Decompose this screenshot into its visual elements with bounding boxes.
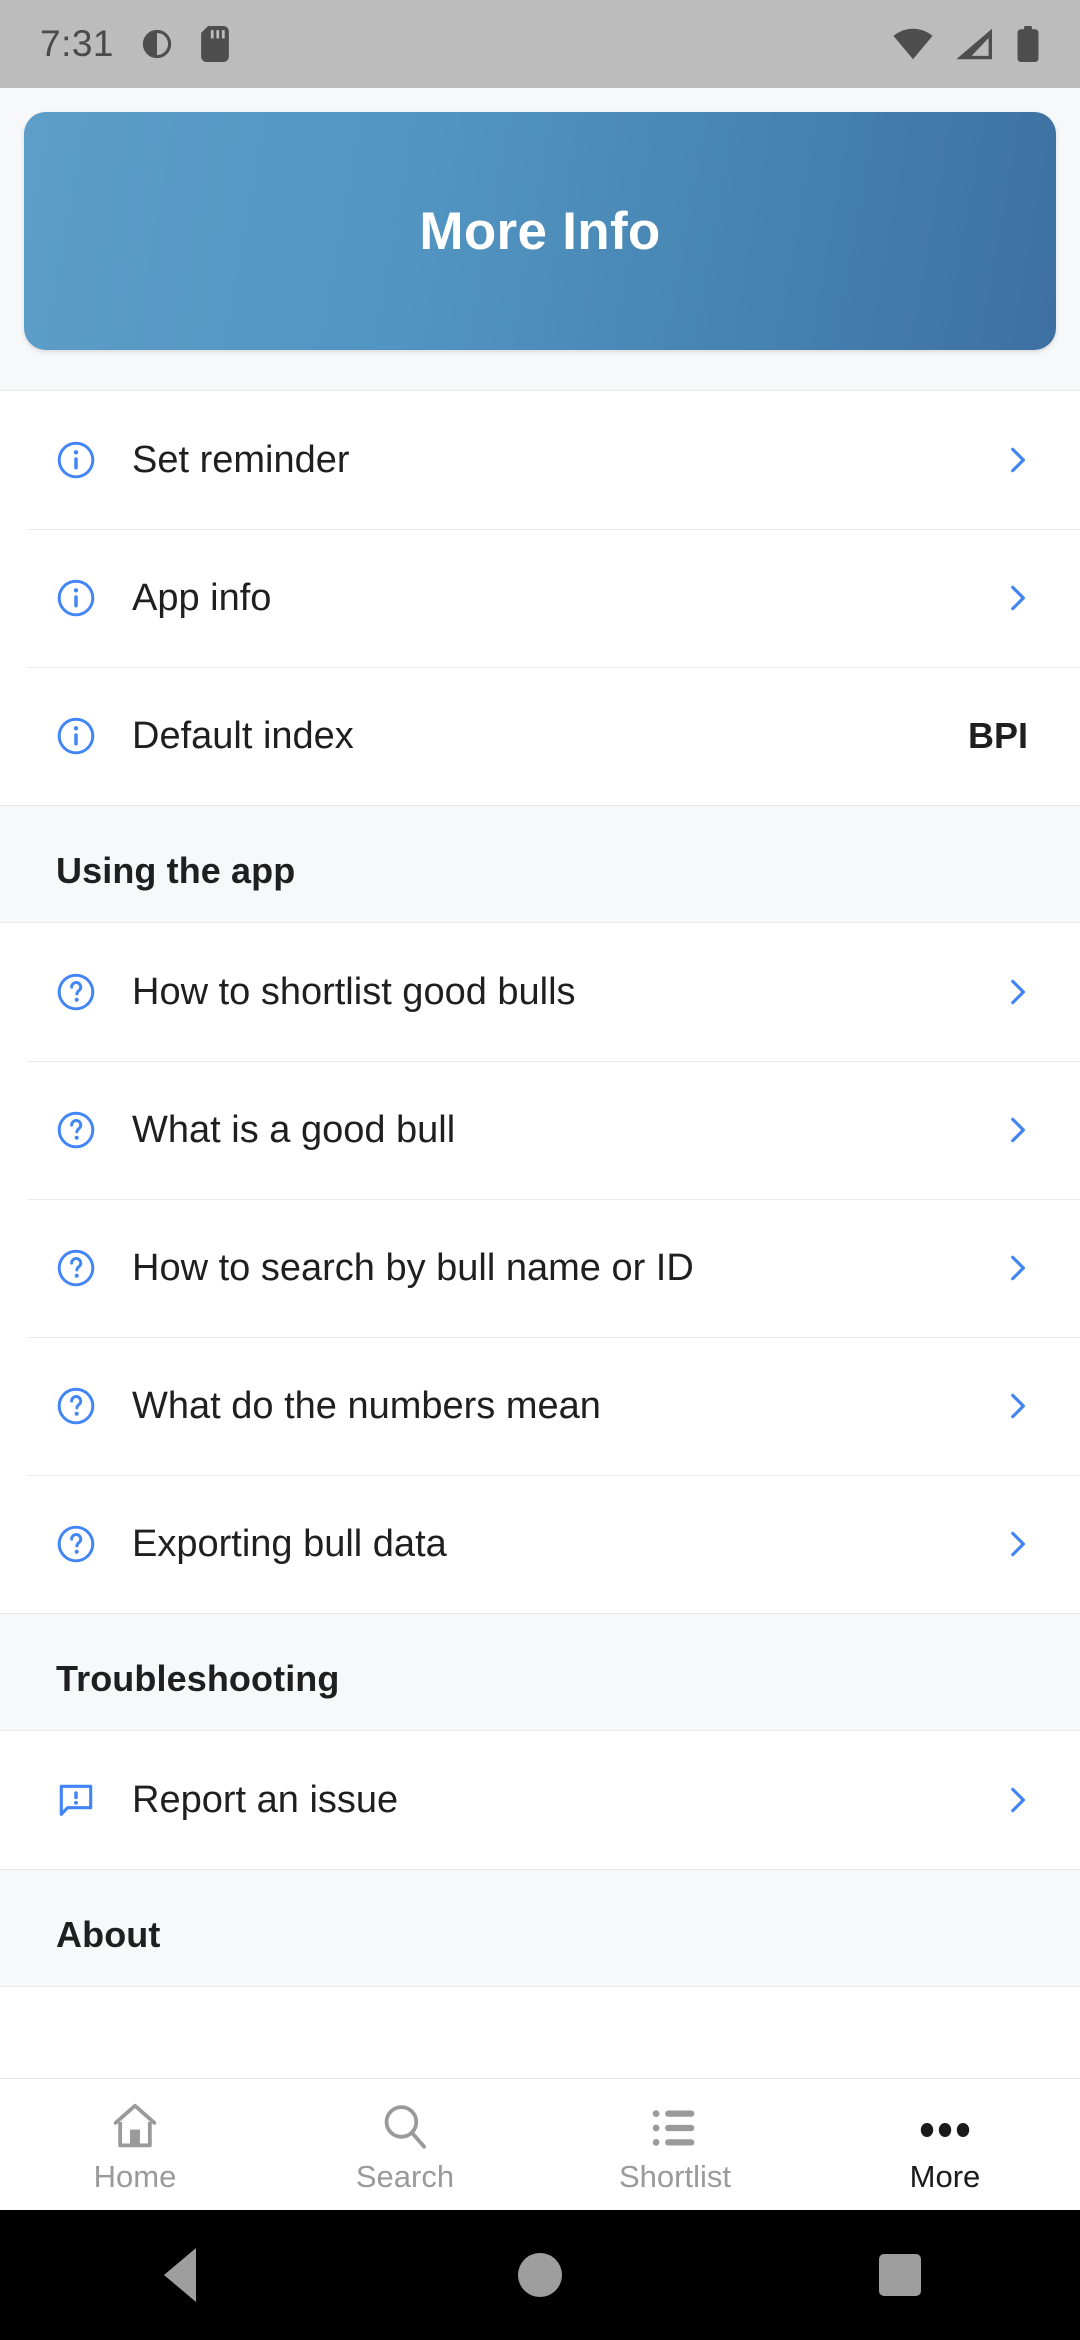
settings-card-about [0,1986,1080,2078]
feedback-icon [48,1779,104,1821]
chevron-right-icon [1000,1113,1034,1147]
status-bar: 7:31 [0,0,1080,88]
battery-icon [1016,26,1040,62]
row-report-an-issue[interactable]: Report an issue [0,1731,1080,1869]
bottom-navigation-bar: Home Search Shortlist More [0,2078,1080,2210]
wifi-icon [892,27,934,61]
info-circle-icon [48,577,104,619]
section-header-troubleshooting: Troubleshooting [56,1658,340,1699]
row-label: Report an issue [132,1778,399,1821]
tab-label: Shortlist [619,2158,731,2194]
info-circle-icon [48,715,104,757]
tab-label: Search [355,2158,455,2194]
help-circle-icon [48,971,104,1013]
help-circle-icon [48,1385,104,1427]
do-not-disturb-icon [140,27,174,61]
row-label: How to shortlist good bulls [132,970,576,1013]
row-what-is-a-good-bull[interactable]: What is a good bull [0,1061,1080,1199]
row-what-do-the-numbers-mean[interactable]: What do the numbers mean [0,1337,1080,1475]
help-circle-icon [48,1523,104,1565]
default-index-value: BPI [967,715,1028,756]
tab-label: More [909,2158,981,2194]
row-label: App info [132,576,272,619]
page-header-card: More Info [24,112,1056,350]
chevron-right-icon [1000,1527,1034,1561]
row-set-reminder[interactable]: Set reminder [0,391,1080,529]
tab-shortlist[interactable]: Shortlist [540,2079,810,2210]
tab-more[interactable]: More [810,2079,1080,2210]
cellular-signal-icon [954,27,996,61]
row-exporting-bull-data[interactable]: Exporting bull data [0,1475,1080,1613]
help-circle-icon [48,1247,104,1289]
settings-card-using-the-app: How to shortlist good bulls What is a go… [0,922,1080,1614]
settings-card-general: Set reminder App info Default index BPI [0,390,1080,806]
chevron-right-icon [1000,443,1034,477]
chevron-right-icon [1000,581,1034,615]
info-circle-icon [48,439,104,481]
row-default-index[interactable]: Default index BPI [0,667,1080,805]
tab-home[interactable]: Home [0,2079,270,2210]
back-icon[interactable] [90,2210,270,2340]
row-label: Exporting bull data [132,1522,447,1565]
tab-search[interactable]: Search [270,2079,540,2210]
page-title: More Info [419,201,661,261]
tab-label: Home [93,2158,177,2194]
android-system-navigation [0,2210,1080,2340]
status-bar-clock: 7:31 [40,23,115,64]
more-dots-icon [915,2099,975,2153]
sd-card-icon [200,26,230,62]
scroll-content[interactable]: More Info Set reminder App info Default … [0,88,1080,2078]
chevron-right-icon [1000,1251,1034,1285]
row-label: Default index [132,714,354,757]
row-app-info[interactable]: App info [0,529,1080,667]
row-how-to-shortlist-good-bulls[interactable]: How to shortlist good bulls [0,923,1080,1061]
status-bar-left: 7:31 [40,23,230,65]
chevron-right-icon [1000,1783,1034,1817]
row-about-placeholder[interactable] [0,1987,1080,2078]
home-icon [107,2099,163,2153]
row-label: What is a good bull [132,1108,456,1151]
help-circle-icon [48,1109,104,1151]
chevron-right-icon [1000,1389,1034,1423]
search-icon [378,2099,432,2153]
recents-icon[interactable] [810,2210,990,2340]
section-header-using-the-app: Using the app [56,850,296,891]
row-label: What do the numbers mean [132,1384,601,1427]
row-how-to-search-by-bull-name-or-id[interactable]: How to search by bull name or ID [0,1199,1080,1337]
list-icon [648,2099,702,2153]
row-label: Set reminder [132,438,350,481]
section-header-about: About [56,1914,161,1955]
chevron-right-icon [1000,975,1034,1009]
settings-card-troubleshooting: Report an issue [0,1730,1080,1870]
row-label: How to search by bull name or ID [132,1246,694,1289]
home-icon[interactable] [450,2210,630,2340]
status-bar-right [892,26,1040,62]
